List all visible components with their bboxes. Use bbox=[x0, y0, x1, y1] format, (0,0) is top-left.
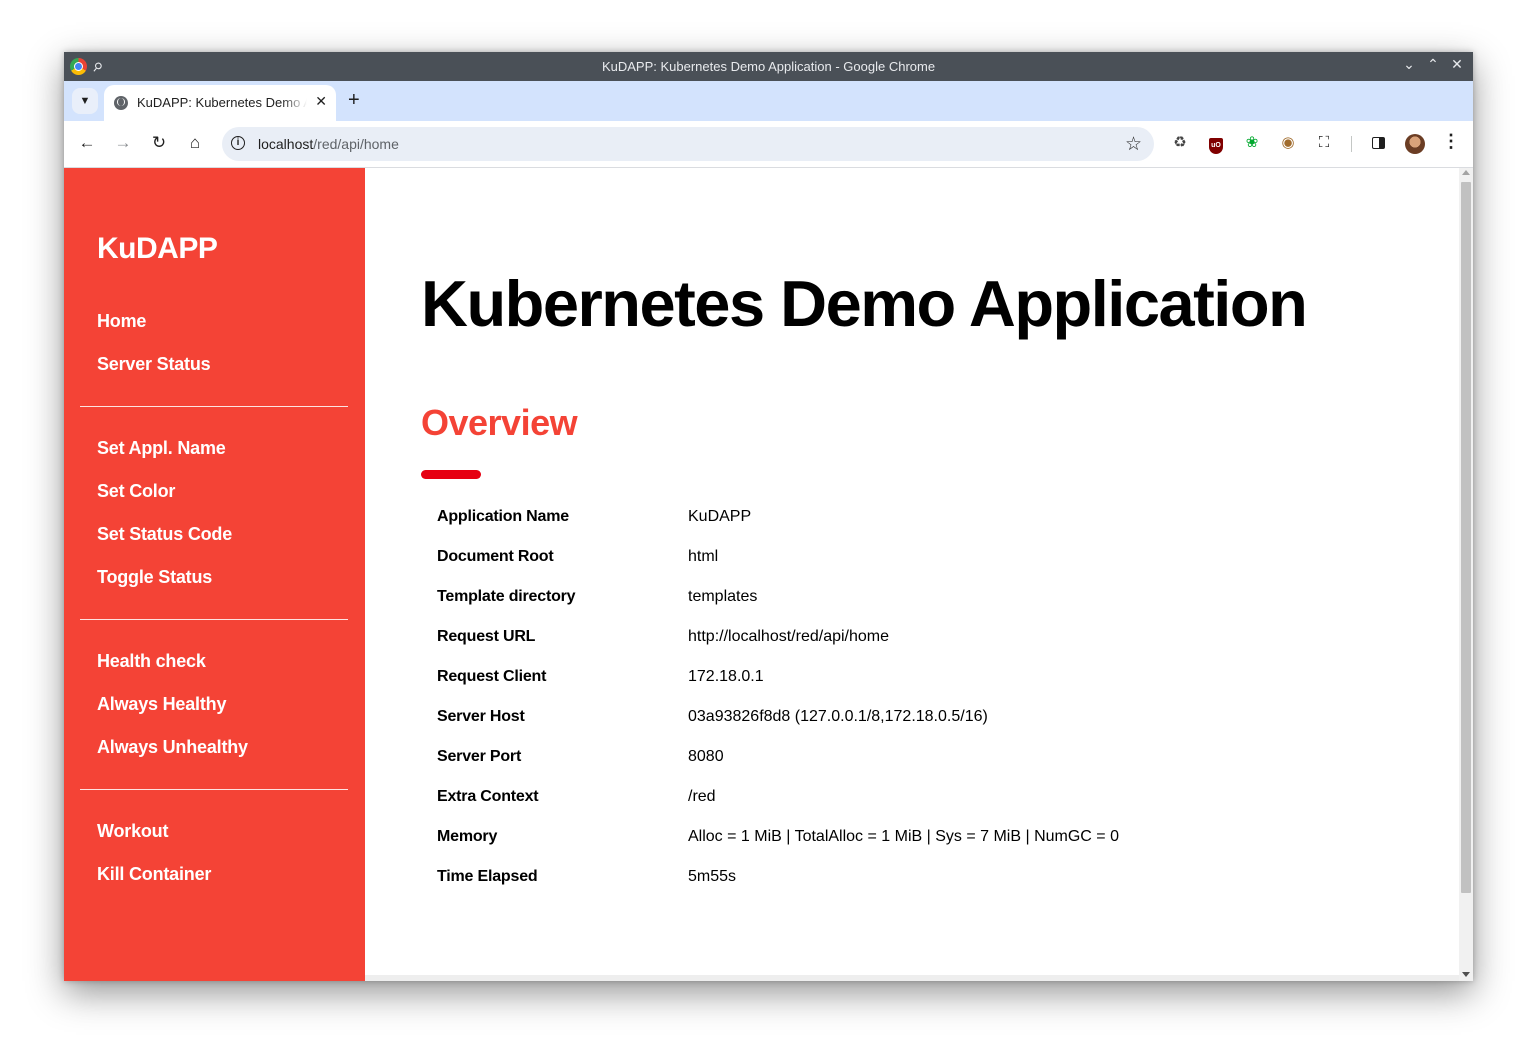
sidebar-item-always-healthy[interactable]: Always Healthy bbox=[97, 694, 226, 715]
row-key: Time Elapsed bbox=[437, 868, 538, 885]
row-value: Alloc = 1 MiB | TotalAlloc = 1 MiB | Sys… bbox=[688, 828, 1119, 845]
row-value: html bbox=[688, 548, 719, 565]
sidebar-brand[interactable]: KuDAPP bbox=[97, 232, 218, 266]
sidebar-divider bbox=[80, 406, 348, 407]
row-key: Memory bbox=[437, 828, 498, 845]
sidebar-item-kill-container[interactable]: Kill Container bbox=[97, 864, 211, 885]
vertical-scrollbar[interactable] bbox=[1459, 168, 1473, 981]
main-content: Kubernetes Demo Application Overview App… bbox=[365, 168, 1459, 981]
forward-icon[interactable]: → bbox=[112, 133, 134, 153]
table-row: Server Port 8080 bbox=[437, 748, 1137, 772]
new-tab-button[interactable]: + bbox=[348, 89, 360, 111]
row-key: Server Port bbox=[437, 748, 522, 765]
sidebar-item-set-color[interactable]: Set Color bbox=[97, 481, 175, 502]
table-row: Request Client 172.18.0.1 bbox=[437, 668, 1137, 692]
browser-window: ⚲ KuDAPP: Kubernetes Demo Application - … bbox=[64, 52, 1473, 981]
table-row: Time Elapsed 5m55s bbox=[437, 868, 1137, 892]
url-text[interactable]: localhost/red/api/home bbox=[258, 136, 399, 152]
row-key: Application Name bbox=[437, 508, 569, 525]
ublock-extension-icon[interactable]: uO bbox=[1206, 133, 1226, 154]
row-key: Server Host bbox=[437, 708, 525, 725]
recycle-extension-icon[interactable]: ♻ bbox=[1170, 133, 1190, 153]
side-panel-icon[interactable] bbox=[1368, 133, 1388, 153]
scroll-down-icon[interactable] bbox=[1462, 972, 1470, 977]
table-row: Template directory templates bbox=[437, 588, 1137, 612]
cookie-extension-icon[interactable]: ◉ bbox=[1278, 133, 1298, 153]
tab-search-button[interactable]: ▼ bbox=[72, 88, 98, 114]
globe-icon bbox=[114, 96, 128, 110]
table-row: Request URL http://localhost/red/api/hom… bbox=[437, 628, 1137, 652]
row-value: templates bbox=[688, 588, 758, 605]
page-content: KuDAPP Home Server Status Set Appl. Name… bbox=[64, 168, 1473, 981]
table-row: Application Name KuDAPP bbox=[437, 508, 1137, 532]
sidebar-item-workout[interactable]: Workout bbox=[97, 821, 168, 842]
extensions-puzzle-icon[interactable]: ⛶ bbox=[1314, 133, 1334, 153]
menu-dots-icon[interactable]: ⋮ bbox=[1442, 131, 1460, 152]
page-title: Kubernetes Demo Application bbox=[421, 267, 1308, 340]
table-row: Document Root html bbox=[437, 548, 1137, 572]
scrollbar-thumb[interactable] bbox=[1461, 182, 1471, 893]
title-bar: ⚲ KuDAPP: Kubernetes Demo Application - … bbox=[64, 52, 1473, 81]
sidebar-item-home[interactable]: Home bbox=[97, 311, 146, 332]
sidebar-item-server-status[interactable]: Server Status bbox=[97, 354, 211, 375]
address-bar[interactable]: i localhost/red/api/home ☆ bbox=[222, 127, 1154, 161]
row-key: Template directory bbox=[437, 588, 576, 605]
row-value: /red bbox=[688, 788, 716, 805]
tab-strip: ▼ KuDAPP: Kubernetes Demo Application ✕ … bbox=[64, 81, 1473, 121]
home-icon[interactable]: ⌂ bbox=[184, 133, 206, 153]
page-bottom-strip bbox=[365, 975, 1459, 981]
sidebar-item-toggle-status[interactable]: Toggle Status bbox=[97, 567, 212, 588]
section-underline bbox=[421, 470, 481, 479]
evernote-extension-icon[interactable]: ❀ bbox=[1242, 133, 1262, 153]
sidebar-item-health-check[interactable]: Health check bbox=[97, 651, 206, 672]
sidebar-divider bbox=[80, 619, 348, 620]
table-row: Extra Context /red bbox=[437, 788, 1137, 812]
row-key: Request Client bbox=[437, 668, 547, 685]
row-value: 8080 bbox=[688, 748, 724, 765]
site-info-icon[interactable]: i bbox=[231, 136, 245, 150]
row-value: http://localhost/red/api/home bbox=[688, 628, 890, 645]
sidebar-item-always-unhealthy[interactable]: Always Unhealthy bbox=[97, 737, 248, 758]
bookmark-star-icon[interactable]: ☆ bbox=[1125, 133, 1142, 156]
sidebar: KuDAPP Home Server Status Set Appl. Name… bbox=[64, 168, 365, 981]
close-icon[interactable]: ✕ bbox=[1451, 56, 1463, 73]
row-value: 172.18.0.1 bbox=[688, 668, 764, 685]
chevron-down-icon[interactable]: ⌄ bbox=[1403, 56, 1415, 73]
table-row: Memory Alloc = 1 MiB | TotalAlloc = 1 Mi… bbox=[437, 828, 1137, 852]
window-title: KuDAPP: Kubernetes Demo Application - Go… bbox=[601, 59, 936, 74]
row-key: Request URL bbox=[437, 628, 536, 645]
tab-active[interactable]: KuDAPP: Kubernetes Demo Application ✕ bbox=[104, 85, 336, 121]
profile-avatar[interactable] bbox=[1405, 134, 1425, 154]
back-icon[interactable]: ← bbox=[76, 133, 98, 153]
row-value: KuDAPP bbox=[688, 508, 752, 525]
sidebar-divider bbox=[80, 789, 348, 790]
sidebar-item-set-status-code[interactable]: Set Status Code bbox=[97, 524, 232, 545]
toolbar-divider bbox=[1351, 136, 1352, 152]
tab-close-icon[interactable]: ✕ bbox=[315, 93, 327, 110]
row-key: Document Root bbox=[437, 548, 554, 565]
row-value: 5m55s bbox=[688, 868, 737, 885]
reload-icon[interactable]: ↻ bbox=[148, 133, 170, 153]
scroll-up-icon[interactable] bbox=[1462, 170, 1470, 175]
tab-title: KuDAPP: Kubernetes Demo Application bbox=[137, 95, 307, 110]
section-title: Overview bbox=[421, 402, 578, 443]
table-row: Server Host 03a93826f8d8 (127.0.0.1/8,17… bbox=[437, 708, 1137, 732]
sidebar-item-set-appl-name[interactable]: Set Appl. Name bbox=[97, 438, 226, 459]
chevron-up-icon[interactable]: ⌃ bbox=[1427, 56, 1439, 73]
row-key: Extra Context bbox=[437, 788, 539, 805]
row-value: 03a93826f8d8 (127.0.0.1/8,172.18.0.5/16) bbox=[688, 708, 988, 725]
toolbar: ← → ↻ ⌂ i localhost/red/api/home ☆ ♻ uO … bbox=[64, 121, 1473, 168]
